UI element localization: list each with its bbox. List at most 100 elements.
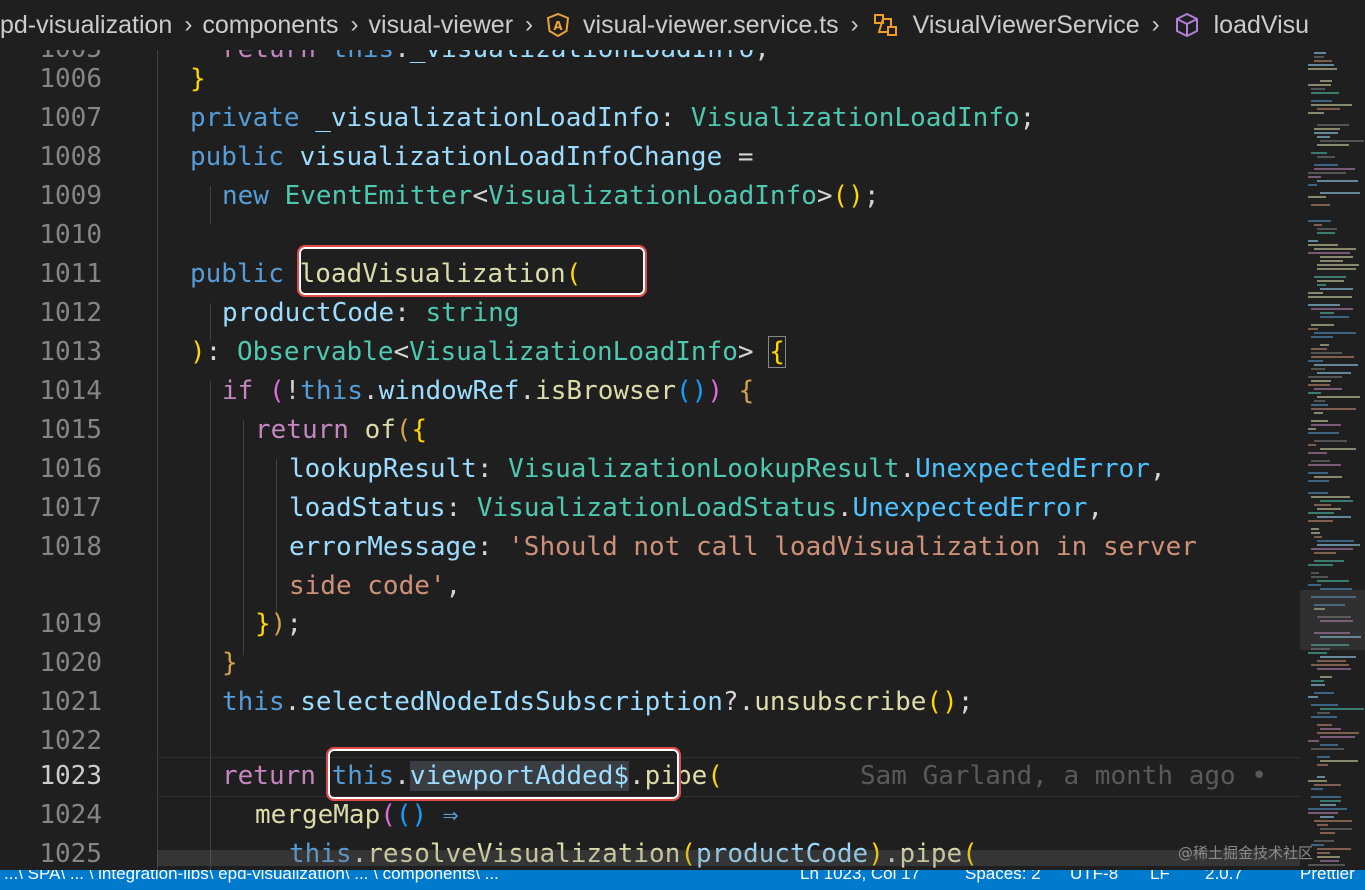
line-number: 1013 [39, 337, 102, 367]
breadcrumb-item-method[interactable]: loadVisu [1170, 11, 1313, 40]
minimap-line [1320, 140, 1364, 142]
status-encoding[interactable]: UTF-8 [1070, 870, 1118, 884]
minimap-line [1314, 560, 1344, 562]
minimap-slider[interactable] [1300, 590, 1365, 650]
breadcrumb-label: components [202, 10, 339, 39]
horizontal-scrollbar[interactable] [157, 850, 1300, 866]
minimap-line [1314, 60, 1332, 62]
breadcrumb-item-folder[interactable]: pd-visualization [0, 11, 176, 40]
line-number: 1008 [39, 142, 102, 172]
minimap-line [1314, 128, 1340, 130]
minimap-line [1314, 412, 1323, 414]
minimap-line [1317, 516, 1351, 518]
minimap-line [1308, 520, 1333, 522]
minimap-line [1311, 404, 1328, 406]
minimap-line [1311, 496, 1350, 498]
code-editor[interactable]: 1005 return this._visualizationLoadInfo;… [0, 50, 1300, 870]
minimap-line [1308, 176, 1321, 178]
minimap-line [1308, 428, 1316, 430]
minimap-line [1311, 100, 1332, 102]
minimap-line [1317, 108, 1340, 110]
minimap-line [1317, 264, 1359, 266]
minimap-line [1314, 276, 1346, 278]
line-number: 1016 [39, 454, 102, 484]
status-formatter[interactable]: Prettier [1300, 870, 1355, 884]
minimap-line [1314, 168, 1355, 170]
code-text: if (!this.windowRef.isBrowser()) { [222, 376, 755, 406]
status-cursor-position[interactable]: Ln 1023, Col 17 [800, 870, 920, 884]
minimap-line [1308, 584, 1321, 586]
minimap-line [1308, 472, 1328, 474]
status-path[interactable]: ...\ SPA\ ... \ integration-libs\ epd-vi… [4, 870, 499, 884]
minimap-line [1320, 828, 1352, 830]
status-version[interactable]: 2.0.7 [1205, 870, 1243, 884]
minimap-line [1311, 532, 1320, 534]
line-number: 1006 [39, 64, 102, 94]
line-number: 1010 [39, 220, 102, 250]
status-indentation[interactable]: Spaces: 2 [965, 870, 1041, 884]
code-line: 1014 if (!this.windowRef.isBrowser()) { [0, 372, 1300, 411]
code-line: 1015 return of({ [0, 411, 1300, 450]
line-number: 1015 [39, 415, 102, 445]
code-text: this.selectedNodeIdsSubscription?.unsubs… [222, 687, 974, 717]
minimap-line [1317, 396, 1360, 398]
code-line: 1020 } [0, 644, 1300, 683]
minimap[interactable] [1300, 50, 1365, 870]
minimap-line [1308, 464, 1341, 466]
minimap-line [1308, 808, 1347, 810]
git-blame-annotation[interactable]: Sam Garland, a month ago • [860, 757, 1267, 796]
minimap-line [1311, 748, 1344, 750]
minimap-line [1314, 248, 1356, 250]
code-line: 1010 [0, 216, 1300, 255]
breadcrumb-label: visual-viewer [368, 10, 514, 39]
minimap-line [1308, 480, 1329, 482]
breadcrumb-item-folder[interactable]: components [202, 11, 342, 40]
minimap-line [1320, 316, 1349, 318]
minimap-line [1320, 728, 1341, 730]
minimap-line [1320, 800, 1341, 802]
minimap-line [1317, 280, 1344, 282]
minimap-line [1311, 716, 1337, 718]
minimap-line [1317, 732, 1359, 734]
breadcrumb-item-file[interactable]: A visual-viewer.service.ts [543, 11, 843, 40]
class-icon [873, 14, 897, 36]
code-text: } [222, 648, 238, 678]
minimap-line [1308, 384, 1330, 386]
minimap-line [1317, 724, 1332, 726]
minimap-line [1320, 312, 1334, 314]
line-number: 1020 [39, 648, 102, 678]
breadcrumb-item-class[interactable]: VisualViewerService [869, 11, 1144, 40]
minimap-line [1320, 860, 1339, 862]
minimap-line [1308, 452, 1327, 454]
breadcrumb-label: loadVisu [1213, 10, 1310, 39]
line-number: 1009 [39, 181, 102, 211]
minimap-line [1308, 328, 1318, 330]
minimap-line [1311, 104, 1352, 106]
code-line: 1018 errorMessage: 'Should not call load… [0, 528, 1300, 567]
minimap-line [1308, 244, 1338, 246]
minimap-line [1317, 668, 1351, 670]
minimap-line [1314, 536, 1322, 538]
highlight-box-viewportadded [326, 747, 681, 801]
line-number: 1017 [39, 493, 102, 523]
minimap-line [1320, 448, 1356, 450]
line-number: 1011 [39, 259, 102, 289]
minimap-line [1311, 348, 1327, 350]
minimap-line [1311, 152, 1327, 154]
minimap-line [1308, 812, 1338, 814]
status-eol[interactable]: LF [1150, 870, 1170, 884]
minimap-line [1320, 816, 1334, 818]
minimap-line [1314, 400, 1325, 402]
minimap-line [1314, 552, 1336, 554]
breadcrumb-item-folder[interactable]: visual-viewer [369, 11, 517, 40]
minimap-line [1311, 788, 1323, 790]
code-line: 1013 ): Observable<VisualizationLoadInfo… [0, 333, 1300, 372]
minimap-line [1308, 564, 1333, 566]
minimap-line [1320, 192, 1360, 194]
minimap-line [1311, 368, 1325, 370]
minimap-line [1311, 548, 1353, 550]
minimap-line [1308, 432, 1339, 434]
minimap-line [1317, 756, 1330, 758]
code-line: 1021 this.selectedNodeIdsSubscription?.u… [0, 683, 1300, 722]
minimap-line [1311, 680, 1324, 682]
